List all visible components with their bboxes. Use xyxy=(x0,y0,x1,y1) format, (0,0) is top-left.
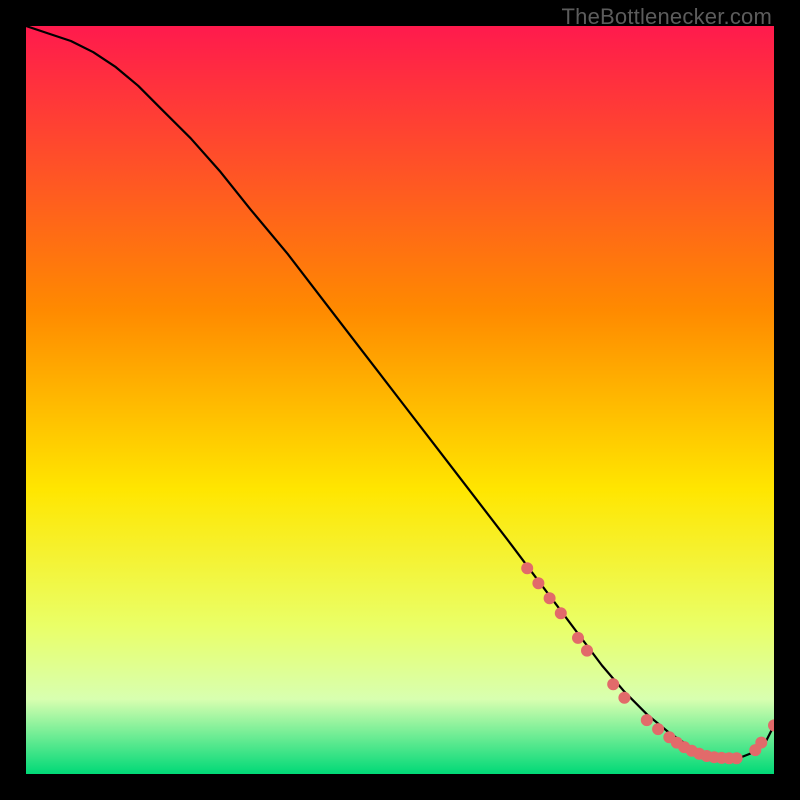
chart-svg xyxy=(26,26,774,774)
marker-dot xyxy=(607,678,619,690)
marker-dot xyxy=(544,592,556,604)
marker-dot xyxy=(532,577,544,589)
marker-dot xyxy=(555,607,567,619)
marker-dot xyxy=(731,752,743,764)
marker-dot xyxy=(755,737,767,749)
marker-dot xyxy=(572,632,584,644)
marker-dot xyxy=(521,562,533,574)
watermark-text: TheBottlenecker.com xyxy=(562,4,772,30)
marker-dot xyxy=(581,645,593,657)
marker-dot xyxy=(641,714,653,726)
marker-dot xyxy=(618,692,630,704)
chart-frame xyxy=(26,26,774,774)
marker-dot xyxy=(652,723,664,735)
